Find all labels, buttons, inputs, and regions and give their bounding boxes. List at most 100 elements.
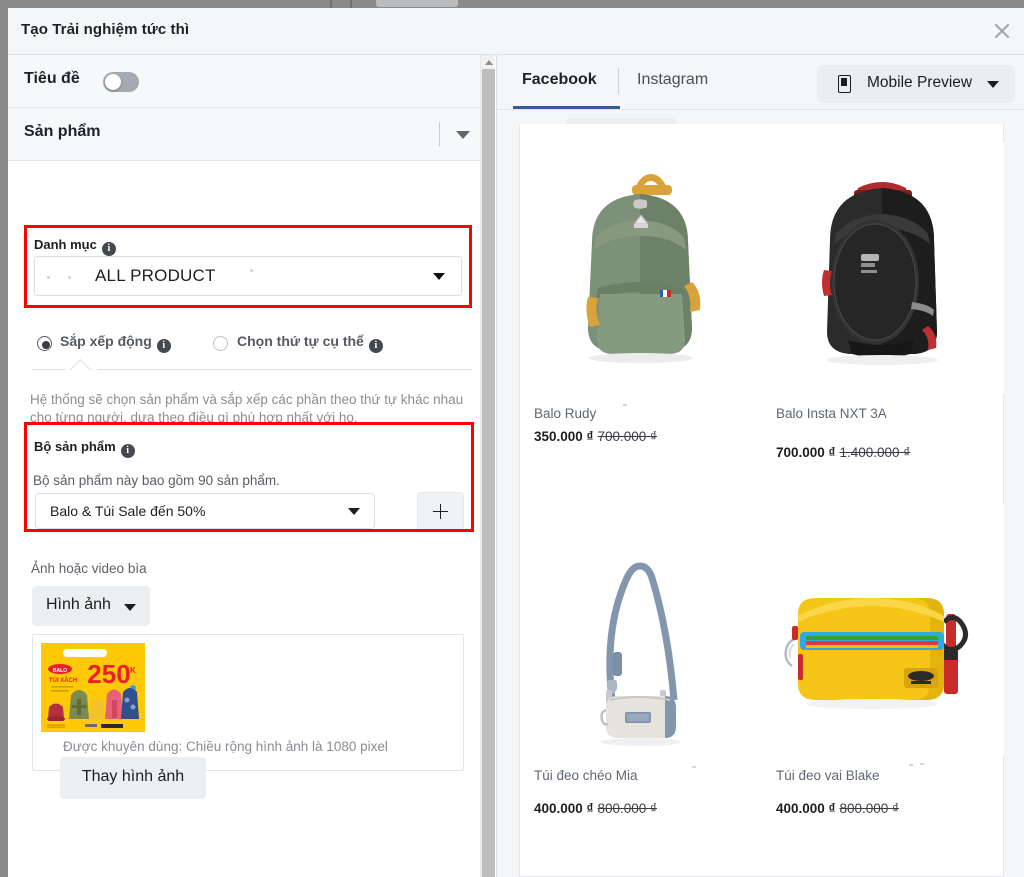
product-section-label: Sản phẩm — [24, 123, 101, 140]
svg-text:TÚI XÁCH: TÚI XÁCH — [49, 677, 77, 684]
chevron-down-icon — [348, 508, 360, 515]
editor-panel: Tiêu đề Sản phẩm Danh mục i ALL PRODUCT … — [8, 55, 488, 877]
product-price: 350.000 ₫ 700.000 ₫ — [534, 428, 657, 446]
product-set-count: Bộ sản phẩm này bao gồm 90 sản phẩm. — [33, 473, 280, 488]
title-toggle-switch[interactable] — [103, 72, 139, 92]
divider — [97, 369, 472, 370]
ghost-mark — [623, 404, 627, 406]
active-tab-indicator — [513, 106, 620, 109]
product-set-label-text: Bộ sản phẩm — [34, 439, 116, 454]
cover-recommendation: Được khuyên dùng: Chiều rộng hình ảnh là… — [63, 739, 388, 754]
device-preview-label: Mobile Preview — [867, 74, 973, 91]
info-icon[interactable]: i — [120, 444, 135, 458]
product-section-header[interactable]: Sản phẩm — [8, 108, 488, 161]
grey-crossbody-bag-image — [520, 504, 762, 756]
scrollbar-thumb[interactable] — [482, 69, 495, 877]
device-preview-button[interactable]: Mobile Preview — [817, 65, 1015, 103]
product-name: Túi đeo vai Blake — [776, 768, 880, 783]
price-current: 700.000 ₫ — [776, 445, 836, 460]
app-root: Tạo Trải nghiệm tức thì Tiêu đề Sản phẩm — [0, 0, 1024, 877]
category-value: ALL PRODUCT — [95, 266, 216, 285]
product-grid: Balo Rudy 350.000 ₫ 700.000 ₫ Balo Insta… — [520, 124, 1005, 877]
cover-type-label: Hình ảnh — [46, 596, 111, 613]
product-name: Balo Insta NXT 3A — [776, 406, 887, 421]
divider — [618, 68, 619, 94]
chrome-tab-divider — [330, 0, 332, 8]
mobile-phone-icon — [838, 75, 851, 93]
product-set-label: Bộ sản phẩm i — [34, 439, 135, 458]
info-icon[interactable]: i — [156, 339, 171, 353]
product-name: Túi đeo chéo Mia — [534, 768, 638, 783]
category-select[interactable]: ALL PRODUCT — [34, 256, 462, 296]
close-icon[interactable] — [991, 20, 1013, 42]
ordering-description: Hệ thống sẽ chọn sản phẩm và sắp xếp các… — [30, 392, 464, 425]
product-name: Balo Rudy — [534, 406, 597, 421]
chevron-down-icon — [124, 604, 136, 611]
chrome-tab-divider — [350, 0, 352, 8]
svg-text:250: 250 — [87, 659, 130, 689]
toggle-knob — [105, 74, 121, 90]
replace-image-button[interactable]: Thay hình ảnh — [60, 757, 206, 799]
tab-instagram[interactable]: Instagram — [637, 71, 708, 89]
title-toggle-label: Tiêu đề — [24, 70, 80, 87]
price-current: 400.000 ₫ — [776, 801, 836, 816]
price-current: 350.000 ₫ — [534, 429, 594, 444]
radio-label-text: Chọn thứ tự cụ thể — [237, 333, 364, 349]
chevron-down-icon[interactable] — [456, 131, 470, 139]
chrome-tab-ghost — [376, 0, 458, 7]
product-price: 400.000 ₫ 800.000 ₫ — [534, 800, 657, 818]
ghost-mark — [47, 276, 50, 279]
price-original: 700.000 ₫ — [597, 429, 657, 444]
editor-scrollbar[interactable] — [480, 55, 495, 877]
instant-experience-dialog: Tạo Trải nghiệm tức thì Tiêu đề Sản phẩm — [8, 8, 1024, 877]
preview-canvas: Balo Rudy 350.000 ₫ 700.000 ₫ Balo Insta… — [519, 124, 1004, 877]
yellow-shoulder-bag-image — [762, 504, 1004, 756]
black-backpack-image — [762, 142, 1004, 394]
price-original: 800.000 ₫ — [597, 801, 657, 816]
svg-text:BALO: BALO — [53, 668, 67, 674]
radio-specific-order-label: Chọn thứ tự cụ thể i — [237, 333, 383, 353]
ghost-mark — [250, 269, 253, 273]
price-current: 400.000 ₫ — [534, 801, 594, 816]
info-icon[interactable]: i — [368, 339, 383, 353]
product-set-select[interactable]: Balo & Túi Sale đến 50% — [35, 493, 375, 529]
preview-tabs: Facebook Instagram Mobile Preview — [497, 55, 1024, 110]
radio-label-text: Sắp xếp động — [60, 333, 152, 349]
preview-panel: Facebook Instagram Mobile Preview Balo R… — [497, 55, 1024, 877]
tooltip-notch — [65, 359, 97, 370]
tab-facebook[interactable]: Facebook — [522, 71, 597, 89]
ordering-options: Sắp xếp động i Chọn thứ tự cụ thể i — [32, 333, 472, 355]
replace-image-label: Thay hình ảnh — [81, 768, 185, 785]
browser-chrome-strip — [0, 0, 1024, 8]
page-title: Tạo Trải nghiệm tức thì — [21, 21, 190, 38]
title-toggle-row: Tiêu đề — [8, 55, 488, 108]
info-icon[interactable]: i — [101, 242, 116, 256]
radio-dynamic-order-label: Sắp xếp động i — [60, 333, 171, 353]
category-label-text: Danh mục — [34, 237, 97, 252]
divider — [32, 369, 65, 370]
editor-body: Danh mục i ALL PRODUCT Sắp xếp động i Ch… — [8, 161, 488, 877]
ghost-mark — [68, 276, 71, 279]
product-set-value: Balo & Túi Sale đến 50% — [50, 503, 206, 519]
plus-icon[interactable] — [417, 492, 464, 531]
radio-dynamic-order[interactable] — [37, 336, 52, 351]
dialog-header: Tạo Trải nghiệm tức thì — [8, 8, 1024, 55]
cover-label: Ảnh hoặc video bìa — [31, 561, 147, 576]
green-backpack-image — [520, 142, 762, 394]
promo-banner-thumbnail[interactable]: BALO TÚI XÁCH 250 K — [41, 643, 145, 732]
cover-type-button[interactable]: Hình ảnh — [32, 586, 150, 626]
category-label: Danh mục i — [34, 237, 116, 256]
price-original: 1.400.000 ₫ — [839, 445, 911, 460]
ghost-mark — [920, 763, 924, 765]
price-original: 800.000 ₫ — [839, 801, 899, 816]
scroll-up-arrow-icon[interactable] — [484, 60, 493, 65]
product-price: 400.000 ₫ 800.000 ₫ — [776, 800, 899, 818]
cover-media-card: BALO TÚI XÁCH 250 K Được khuyên dùng: Ch… — [32, 634, 464, 799]
ghost-mark — [909, 764, 913, 766]
svg-text:K: K — [130, 666, 136, 675]
divider — [439, 122, 440, 146]
radio-specific-order[interactable] — [213, 336, 228, 351]
product-price: 700.000 ₫ 1.400.000 ₫ — [776, 444, 910, 462]
chevron-down-icon — [433, 273, 445, 280]
chevron-down-icon — [987, 81, 999, 88]
